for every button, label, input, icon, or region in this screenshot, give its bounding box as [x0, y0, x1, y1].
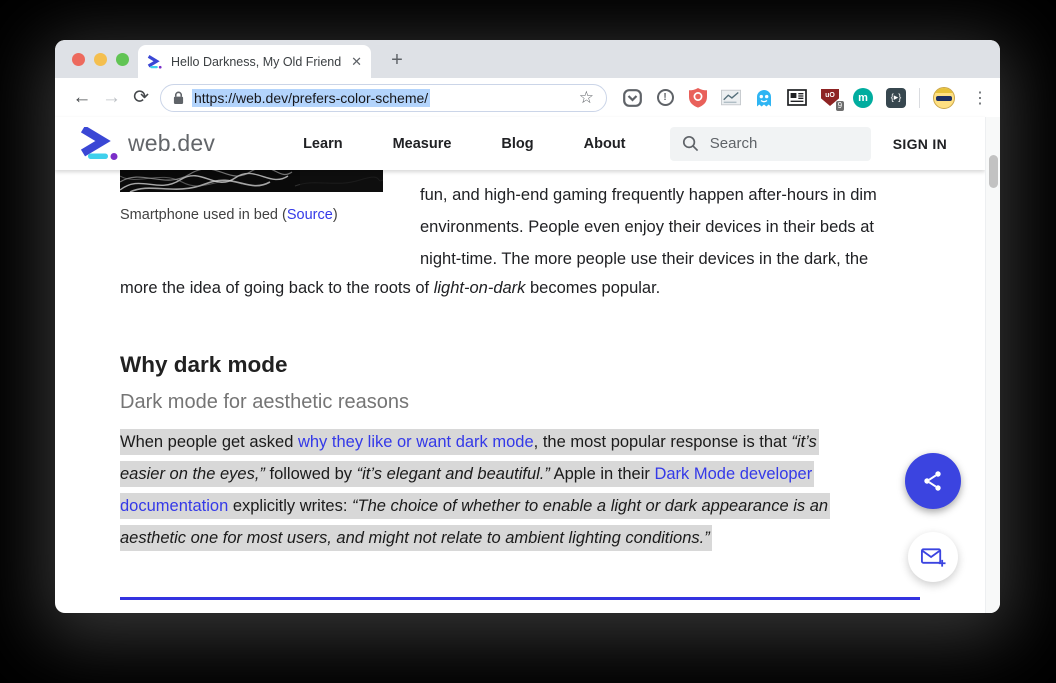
browser-tab[interactable]: Hello Darkness, My Old Friend ✕ [138, 45, 371, 78]
caption-suffix: ) [333, 207, 338, 223]
subheading-aesthetic-reasons: Dark mode for aesthetic reasons [120, 391, 409, 414]
text-segment: followed by [265, 465, 357, 483]
info-extension-icon[interactable]: ! [655, 88, 675, 108]
forward-icon[interactable]: → [97, 87, 127, 109]
page-scrollbar[interactable] [985, 117, 1000, 613]
ghostery-ghost-icon[interactable] [754, 88, 774, 108]
text-segment: , the most popular response is that [534, 433, 792, 451]
avatar-sunglasses [936, 96, 952, 101]
heading-why-dark-mode: Why dark mode [120, 352, 288, 378]
nav-item-about[interactable]: About [584, 136, 626, 152]
selected-line: aesthetic one for most users, and might … [120, 522, 830, 554]
text-segment-italic: light-on-dark [434, 279, 526, 297]
search-placeholder: Search [710, 135, 758, 152]
zoom-window-button[interactable] [116, 53, 129, 66]
browser-toolbar: ← → ⟳ https://web.dev/prefers-color-sche… [55, 78, 1000, 117]
ublock-badge: 9 [836, 101, 844, 111]
paragraph-line: fun, and high-end gaming frequently happ… [420, 179, 940, 211]
paragraph-line: environments. People even enjoy their de… [420, 211, 940, 243]
nav-item-blog[interactable]: Blog [501, 136, 533, 152]
new-tab-button[interactable]: + [385, 49, 409, 73]
tab-strip: Hello Darkness, My Old Friend ✕ + [55, 40, 1000, 78]
selected-line: easier on the eyes,” followed by “it’s e… [120, 458, 830, 490]
nav-item-learn[interactable]: Learn [303, 136, 343, 152]
text-segment-italic: “The choice of whether to enable a light… [352, 497, 828, 515]
chrome-menu-icon[interactable]: ⋮ [972, 88, 988, 108]
reload-icon[interactable]: ⟳ [126, 86, 156, 109]
text-segment: becomes popular. [525, 279, 660, 297]
share-icon [921, 469, 945, 493]
share-button[interactable] [905, 453, 961, 509]
link-dark-mode-docs[interactable]: documentation [120, 497, 228, 515]
profile-avatar[interactable] [933, 87, 955, 109]
close-tab-icon[interactable]: ✕ [351, 54, 362, 70]
avatar-hair [934, 88, 954, 93]
section-divider [120, 597, 920, 600]
nav-item-measure[interactable]: Measure [393, 136, 452, 152]
selected-line: When people get asked why they like or w… [120, 426, 830, 458]
ublock-origin-icon[interactable]: uO 9 [820, 88, 840, 108]
analytics-extension-icon[interactable] [721, 88, 741, 108]
text-segment-italic: aesthetic one for most users, and might … [120, 529, 710, 547]
code-cursor-extension-icon[interactable]: {▸} [886, 88, 906, 108]
brackets-cursor: {▸} [891, 92, 902, 103]
webdev-logo[interactable]: web.dev [80, 127, 215, 160]
subscribe-button[interactable] [908, 532, 958, 582]
link-why-dark-mode[interactable]: why they like or want dark mode [298, 433, 534, 451]
momentum-m: m [858, 92, 868, 104]
tab-title: Hello Darkness, My Old Friend [171, 55, 343, 69]
momentum-extension-icon[interactable]: m [853, 88, 873, 108]
logo-text: web.dev [128, 130, 215, 157]
minimize-window-button[interactable] [94, 53, 107, 66]
caption-source-link[interactable]: Source [287, 207, 333, 223]
extensions-row: ! [622, 87, 988, 109]
link-dark-mode-docs[interactable]: Dark Mode developer [654, 465, 812, 483]
info-mark: ! [663, 92, 666, 103]
toolbar-separator [919, 88, 920, 108]
article-image-smartphone-in-bed [120, 170, 383, 192]
paragraph-intro: fun, and high-end gaming frequently happ… [420, 179, 940, 275]
adguard-shield-icon[interactable] [688, 88, 708, 108]
text-segment-italic: easier on the eyes,” [120, 465, 265, 483]
text-segment-italic: “it’s elegant and beautiful.” [357, 465, 550, 483]
selected-paragraph: When people get asked why they like or w… [120, 426, 830, 554]
scrollbar-thumb[interactable] [989, 155, 998, 188]
lock-icon [173, 91, 184, 105]
image-caption: Smartphone used in bed (Source) [120, 207, 338, 223]
caption-prefix: Smartphone used in bed ( [120, 207, 287, 223]
text-segment: Apple in their [550, 465, 655, 483]
site-search-input[interactable]: Search [670, 127, 871, 161]
text-segment: more the idea of going back to the roots… [120, 279, 434, 297]
site-nav: Learn Measure Blog About [303, 136, 625, 152]
address-bar[interactable]: https://web.dev/prefers-color-scheme/ ☆ [160, 84, 607, 112]
paragraph-intro-lastline: more the idea of going back to the roots… [120, 272, 660, 304]
close-window-button[interactable] [72, 53, 85, 66]
text-segment-italic: “it’s [791, 433, 816, 451]
paragraph-line: night-time. The more people use their de… [420, 243, 940, 275]
mail-plus-icon [920, 545, 946, 569]
url-text-selected[interactable]: https://web.dev/prefers-color-scheme/ [192, 89, 430, 107]
text-segment: explicitly writes: [228, 497, 352, 515]
selected-line: documentation explicitly writes: “The ch… [120, 490, 830, 522]
pocket-extension-icon[interactable] [622, 88, 642, 108]
sign-in-button[interactable]: SIGN IN [893, 136, 947, 152]
back-icon[interactable]: ← [67, 87, 97, 109]
search-icon [682, 135, 699, 152]
site-header: web.dev Learn Measure Blog About Search … [55, 117, 985, 170]
text-segment: When people get asked [120, 433, 298, 451]
bookmark-star-icon[interactable]: ☆ [579, 88, 594, 108]
ublock-text: uO [825, 92, 835, 99]
traffic-lights [72, 53, 129, 66]
browser-window: Hello Darkness, My Old Friend ✕ + ← → ⟳ … [55, 40, 1000, 613]
webdev-favicon [147, 55, 163, 69]
webdev-logo-icon [80, 127, 120, 160]
reader-newspaper-icon[interactable] [787, 88, 807, 108]
